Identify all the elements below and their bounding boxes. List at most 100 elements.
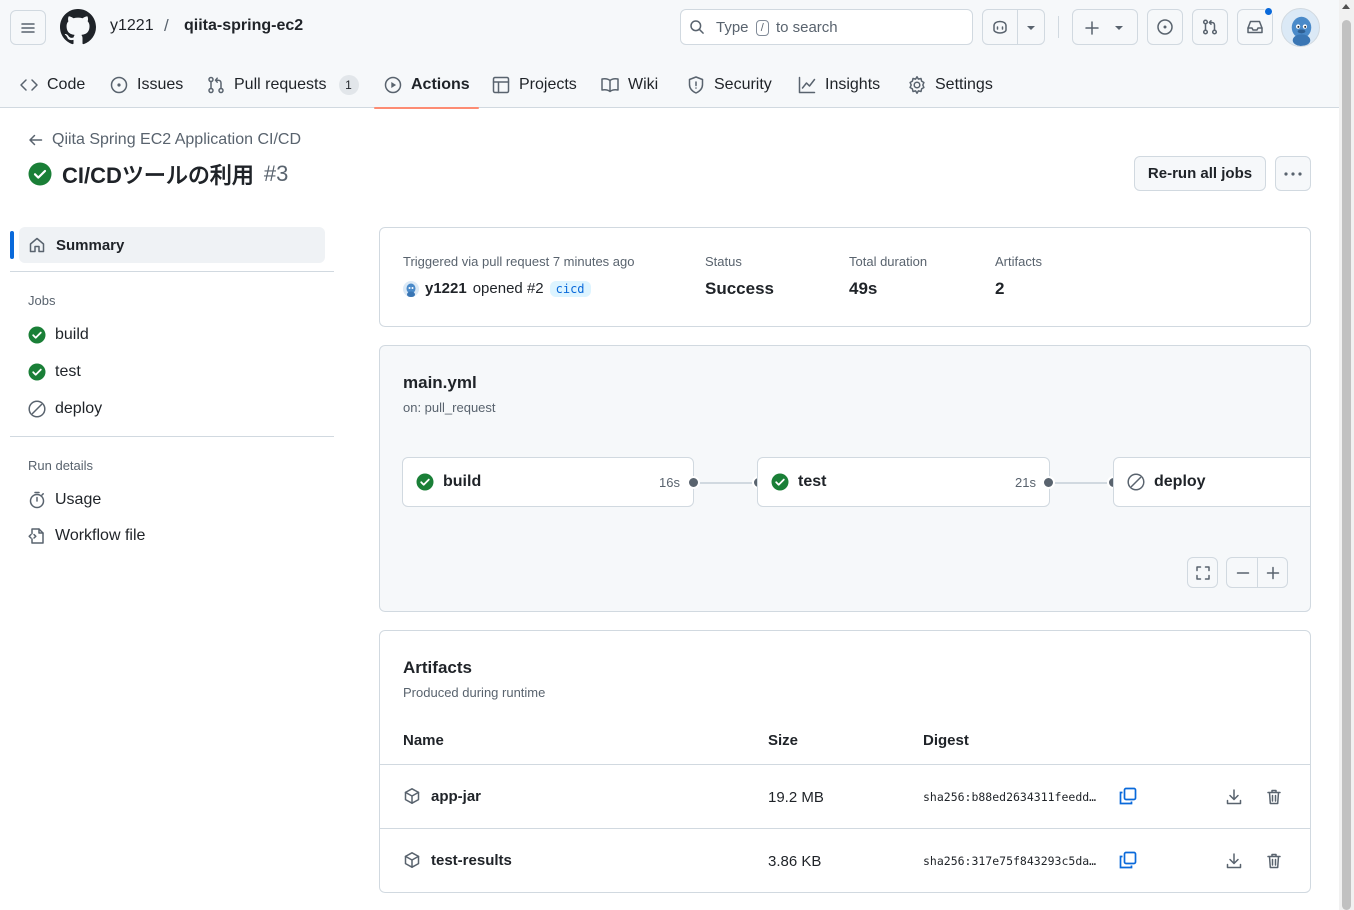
arrow-left-icon xyxy=(29,134,43,146)
search-suffix: to search xyxy=(775,19,838,36)
artifact-name-link[interactable]: test-results xyxy=(403,851,512,869)
sidebar-item-label: build xyxy=(55,326,89,343)
trigger-detail: y1221 opened #2 cicd xyxy=(403,280,591,297)
tab-projects[interactable]: Projects xyxy=(491,62,577,108)
branch-label[interactable]: cicd xyxy=(549,280,591,297)
tab-label: Code xyxy=(47,76,86,93)
artifact-name: test-results xyxy=(431,851,512,869)
copilot-button-group[interactable] xyxy=(982,9,1045,45)
artifact-name: app-jar xyxy=(431,787,482,805)
connector-dot xyxy=(1042,476,1055,489)
sidebar-item-label: deploy xyxy=(55,400,103,417)
artifact-size: 19.2 MB xyxy=(768,789,824,806)
copy-icon[interactable] xyxy=(1118,786,1138,806)
graph-icon xyxy=(798,76,816,94)
copy-icon[interactable] xyxy=(1118,850,1138,870)
avatar[interactable] xyxy=(1281,8,1320,47)
actor-link[interactable]: y1221 xyxy=(425,280,467,297)
sidebar-job-test[interactable]: test xyxy=(28,363,81,381)
menu-button[interactable] xyxy=(10,10,46,45)
job-name: deploy xyxy=(1154,473,1206,490)
connector-dot xyxy=(687,476,700,489)
tab-pull-requests[interactable]: Pull requests 1 xyxy=(206,62,359,108)
sidebar-item-workflow-file[interactable]: Workflow file xyxy=(28,527,145,545)
job-node-test[interactable]: test 21s xyxy=(757,457,1050,507)
job-node-build[interactable]: build 16s xyxy=(402,457,694,507)
fullscreen-button[interactable] xyxy=(1187,557,1218,588)
job-node-deploy[interactable]: deploy xyxy=(1113,457,1310,507)
inbox-icon xyxy=(1247,20,1263,34)
octocat-avatar-icon xyxy=(406,283,416,297)
create-new-button[interactable] xyxy=(1072,9,1138,45)
sidebar-job-deploy[interactable]: deploy xyxy=(28,400,102,418)
run-details-heading: Run details xyxy=(28,458,94,473)
run-number: #3 xyxy=(263,161,289,186)
chevron-down-icon xyxy=(1115,26,1123,30)
tab-actions[interactable]: Actions xyxy=(374,62,479,109)
trash-icon[interactable] xyxy=(1265,852,1283,870)
package-icon xyxy=(404,852,420,868)
page-title: CI/CDツールの利用 #3 xyxy=(28,158,288,190)
job-duration: 21s xyxy=(1015,475,1036,490)
search-prefix: Type xyxy=(716,19,749,36)
workflow-name: Qiita Spring EC2 Application CI/CD xyxy=(52,131,301,148)
sidebar-item-summary[interactable]: Summary xyxy=(19,227,325,263)
download-icon[interactable] xyxy=(1225,788,1243,806)
page-scrollbar[interactable] xyxy=(1339,0,1354,910)
play-icon xyxy=(384,76,402,94)
tab-security[interactable]: Security xyxy=(686,62,772,108)
job-duration: 16s xyxy=(659,475,680,490)
scroll-up-arrow-icon[interactable] xyxy=(1342,4,1350,9)
hamburger-icon xyxy=(21,22,35,33)
code-icon xyxy=(20,79,38,91)
jobs-heading: Jobs xyxy=(28,293,56,308)
check-circle-fill-icon xyxy=(28,326,46,344)
sidebar-job-build[interactable]: build xyxy=(28,326,89,344)
tab-settings[interactable]: Settings xyxy=(907,62,993,108)
trigger-label: Triggered via pull request 7 minutes ago xyxy=(403,254,635,269)
sidebar-item-usage[interactable]: Usage xyxy=(28,491,101,509)
sidebar-item-label: Summary xyxy=(56,236,125,254)
breadcrumb-repo[interactable]: qiita-spring-ec2 xyxy=(184,17,303,35)
sidebar-item-label: Usage xyxy=(55,491,102,508)
column-header-size: Size xyxy=(768,732,799,749)
search-shortcut-key: / xyxy=(755,20,769,36)
tab-issues[interactable]: Issues xyxy=(109,62,183,108)
tab-code[interactable]: Code xyxy=(19,62,85,108)
zoom-out-icon[interactable] xyxy=(1235,565,1251,581)
tab-insights[interactable]: Insights xyxy=(797,62,880,108)
download-icon[interactable] xyxy=(1225,852,1243,870)
status-value: Success xyxy=(705,279,774,298)
job-name: test xyxy=(798,473,827,490)
rerun-all-jobs-button[interactable]: Re-run all jobs xyxy=(1134,156,1266,191)
workflow-graph-card: main.yml on: pull_request build 16s test… xyxy=(379,345,1311,612)
repo-header: y1221 / qiita-spring-ec2 Type / to searc… xyxy=(0,0,1339,109)
sidebar-item-label: test xyxy=(55,363,81,380)
octocat-avatar-icon xyxy=(1291,16,1312,46)
trash-icon[interactable] xyxy=(1265,788,1283,806)
home-icon xyxy=(29,237,45,253)
tab-label: Insights xyxy=(825,76,881,93)
artifacts-count-label: Artifacts xyxy=(995,254,1042,269)
back-to-workflow-link[interactable]: Qiita Spring EC2 Application CI/CD xyxy=(28,131,301,149)
check-circle-fill-icon xyxy=(28,363,46,381)
tab-wiki[interactable]: Wiki xyxy=(600,62,658,108)
issues-button[interactable] xyxy=(1147,9,1183,45)
search-input[interactable]: Type / to search xyxy=(680,9,973,45)
artifact-name-link[interactable]: app-jar xyxy=(403,787,481,805)
more-options-button[interactable] xyxy=(1275,156,1311,191)
package-icon xyxy=(404,788,420,804)
trigger-action[interactable]: opened #2 xyxy=(473,280,544,297)
gear-icon xyxy=(909,76,925,94)
avatar[interactable] xyxy=(403,280,419,297)
zoom-in-icon[interactable] xyxy=(1265,565,1281,581)
github-logo-icon[interactable] xyxy=(60,9,96,45)
scrollbar-thumb[interactable] xyxy=(1342,20,1351,910)
search-icon xyxy=(690,20,704,34)
copilot-icon[interactable] xyxy=(991,18,1009,36)
breadcrumb-owner[interactable]: y1221 xyxy=(110,17,154,35)
pull-requests-button[interactable] xyxy=(1192,9,1228,45)
workflow-file-name[interactable]: main.yml xyxy=(403,373,477,393)
issue-icon xyxy=(110,76,128,94)
chevron-down-icon[interactable] xyxy=(1026,24,1036,32)
